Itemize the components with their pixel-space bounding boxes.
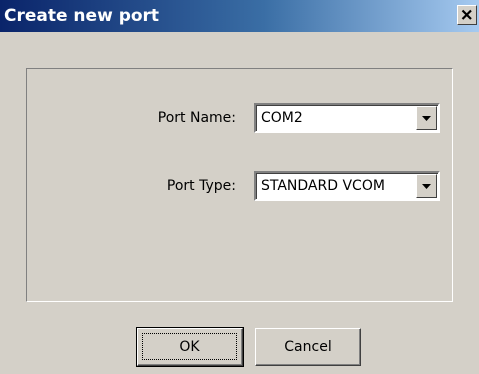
close-icon	[461, 9, 472, 20]
port-name-label: Port Name:	[157, 110, 236, 126]
port-type-dropdown-button[interactable]	[416, 174, 437, 198]
close-button[interactable]	[457, 5, 477, 25]
port-type-select[interactable]: STANDARD VCOM	[254, 171, 440, 201]
create-port-dialog: Create new port Port Name: COM2 Port Typ…	[0, 0, 479, 374]
ok-button-label: OK	[142, 333, 237, 360]
port-type-label: Port Type:	[166, 178, 236, 194]
ok-button[interactable]: OK	[136, 327, 244, 367]
window-title: Create new port	[4, 6, 160, 26]
port-name-dropdown-button[interactable]	[416, 106, 437, 130]
port-name-select[interactable]: COM2	[254, 103, 440, 133]
cancel-button[interactable]: Cancel	[255, 328, 361, 366]
title-bar[interactable]: Create new port	[0, 0, 479, 32]
port-type-value: STANDARD VCOM	[261, 178, 385, 194]
port-name-value: COM2	[261, 110, 303, 126]
chevron-down-icon	[422, 184, 431, 189]
chevron-down-icon	[422, 116, 431, 121]
